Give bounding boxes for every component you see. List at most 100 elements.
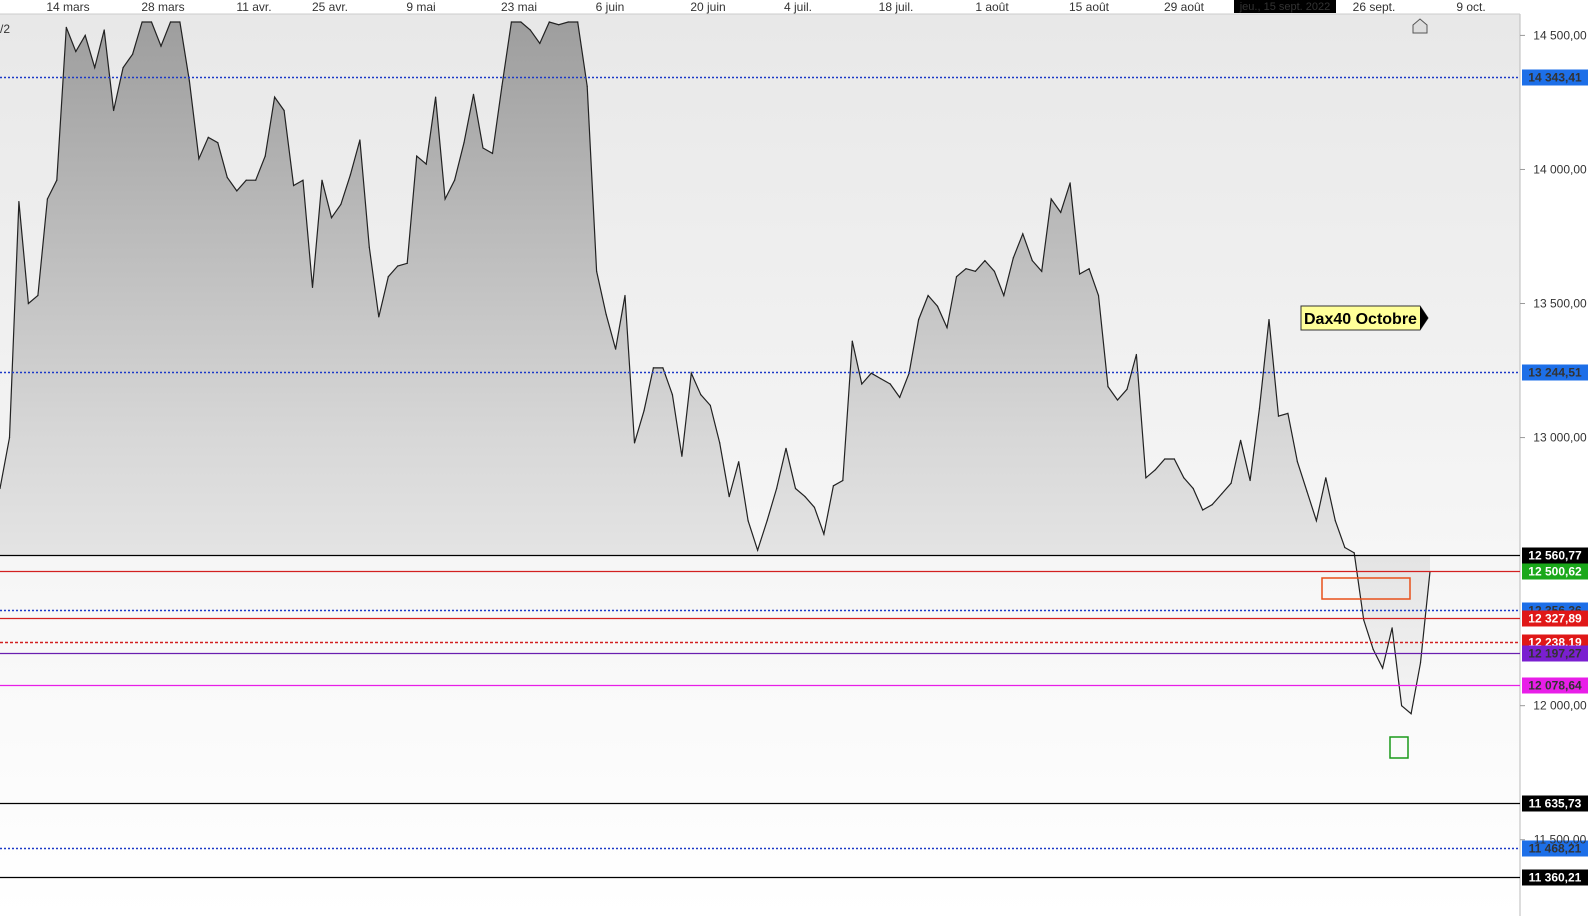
x-tick-label: 28 mars — [141, 0, 184, 14]
price-point — [633, 442, 636, 444]
price-point — [113, 109, 115, 112]
level-label: 12 560,77 — [1528, 549, 1582, 563]
price-point — [870, 372, 872, 374]
y-tick-label: 14 500,00 — [1533, 28, 1587, 42]
price-point — [444, 198, 446, 200]
price-point — [1334, 520, 1336, 522]
price-point — [198, 158, 200, 160]
price-point — [615, 348, 617, 350]
price-point — [188, 80, 190, 82]
level-label: 12 078,64 — [1528, 679, 1582, 693]
price-point — [435, 96, 437, 98]
x-tick-label: 1 août — [975, 0, 1009, 14]
price-point — [662, 367, 664, 369]
price-point — [1382, 667, 1384, 669]
price-point — [75, 50, 77, 53]
price-point — [236, 190, 238, 192]
price-point — [1363, 619, 1365, 621]
price-point — [1268, 319, 1270, 321]
price-point — [1230, 482, 1232, 484]
x-tick-label: 9 oct. — [1456, 0, 1485, 14]
price-point — [1325, 477, 1327, 479]
price-point — [804, 496, 806, 498]
price-point — [18, 201, 20, 203]
price-point — [1116, 399, 1119, 401]
price-point — [776, 487, 778, 490]
price-point — [709, 404, 711, 406]
price-point — [984, 260, 986, 262]
price-point — [1107, 386, 1109, 388]
price-point — [1164, 458, 1166, 460]
price-point — [387, 276, 389, 278]
top-left-label: /2 — [0, 22, 10, 36]
price-point — [1202, 509, 1204, 511]
price-point — [652, 367, 655, 369]
price-point — [1069, 182, 1071, 184]
price-point — [936, 305, 939, 307]
level-label: 11 635,73 — [1529, 797, 1582, 811]
price-point — [558, 24, 560, 26]
price-point — [1097, 294, 1100, 297]
price-point — [1419, 662, 1422, 664]
price-point — [160, 45, 162, 47]
price-point — [690, 372, 692, 374]
price-point — [8, 437, 11, 439]
price-point — [880, 378, 882, 380]
price-point — [832, 485, 835, 487]
price-point — [1287, 412, 1289, 414]
x-tick-label: 11 avr. — [236, 0, 271, 14]
price-point — [302, 179, 304, 181]
price-point — [596, 270, 598, 272]
x-tick-label: 4 juil. — [784, 0, 812, 14]
level-label: 13 244,51 — [1528, 366, 1582, 380]
price-point — [56, 179, 58, 181]
price-point — [700, 394, 702, 396]
chart-svg: 14 343,41 13 244,51 12 560,77 12 500,62 12 3… — [0, 0, 1592, 916]
annotation-text: Dax40 Octobre — [1304, 311, 1417, 328]
x-tick-label: 26 sept. — [1353, 0, 1396, 14]
x-tick-label: 18 juil. — [879, 0, 914, 14]
price-point — [245, 179, 247, 181]
chart: 14 343,41 13 244,51 12 560,77 12 500,62 12 3… — [0, 0, 1592, 916]
price-point — [548, 21, 550, 23]
price-point — [785, 447, 787, 449]
price-point — [993, 270, 996, 272]
price-point — [179, 21, 181, 23]
price-point — [321, 179, 323, 181]
price-point — [132, 53, 134, 55]
price-point — [255, 179, 257, 181]
crosshair-date-label: jeu., 15 sept. 2022 — [1239, 1, 1331, 13]
price-point — [671, 394, 674, 396]
price-point — [974, 270, 977, 272]
price-point — [1145, 477, 1147, 479]
price-point — [605, 313, 607, 315]
price-point — [330, 217, 333, 219]
level-label: 11 360,21 — [1529, 871, 1582, 885]
price-point — [1391, 627, 1393, 629]
price-point — [103, 29, 105, 31]
price-point — [1401, 705, 1403, 707]
x-tick-label: 20 juin — [690, 0, 725, 14]
price-point — [1088, 268, 1090, 270]
price-point — [643, 410, 645, 412]
price-point — [1031, 260, 1033, 262]
price-point — [1183, 477, 1185, 479]
y-axis-panel — [1520, 14, 1592, 916]
price-point — [567, 21, 569, 23]
price-point — [510, 21, 512, 23]
price-point — [889, 383, 891, 385]
price-point — [851, 340, 853, 342]
price-point — [491, 152, 494, 154]
price-point — [1353, 552, 1355, 554]
price-point — [719, 442, 721, 444]
price-point — [472, 93, 475, 95]
level-label: 14 343,41 — [1528, 71, 1582, 85]
price-point — [1126, 388, 1128, 390]
price-point — [169, 21, 172, 23]
price-point — [27, 302, 29, 305]
price-point — [150, 21, 153, 23]
price-point — [1041, 270, 1043, 272]
price-point — [359, 139, 361, 141]
price-point — [1306, 490, 1308, 492]
price-point — [738, 461, 740, 463]
